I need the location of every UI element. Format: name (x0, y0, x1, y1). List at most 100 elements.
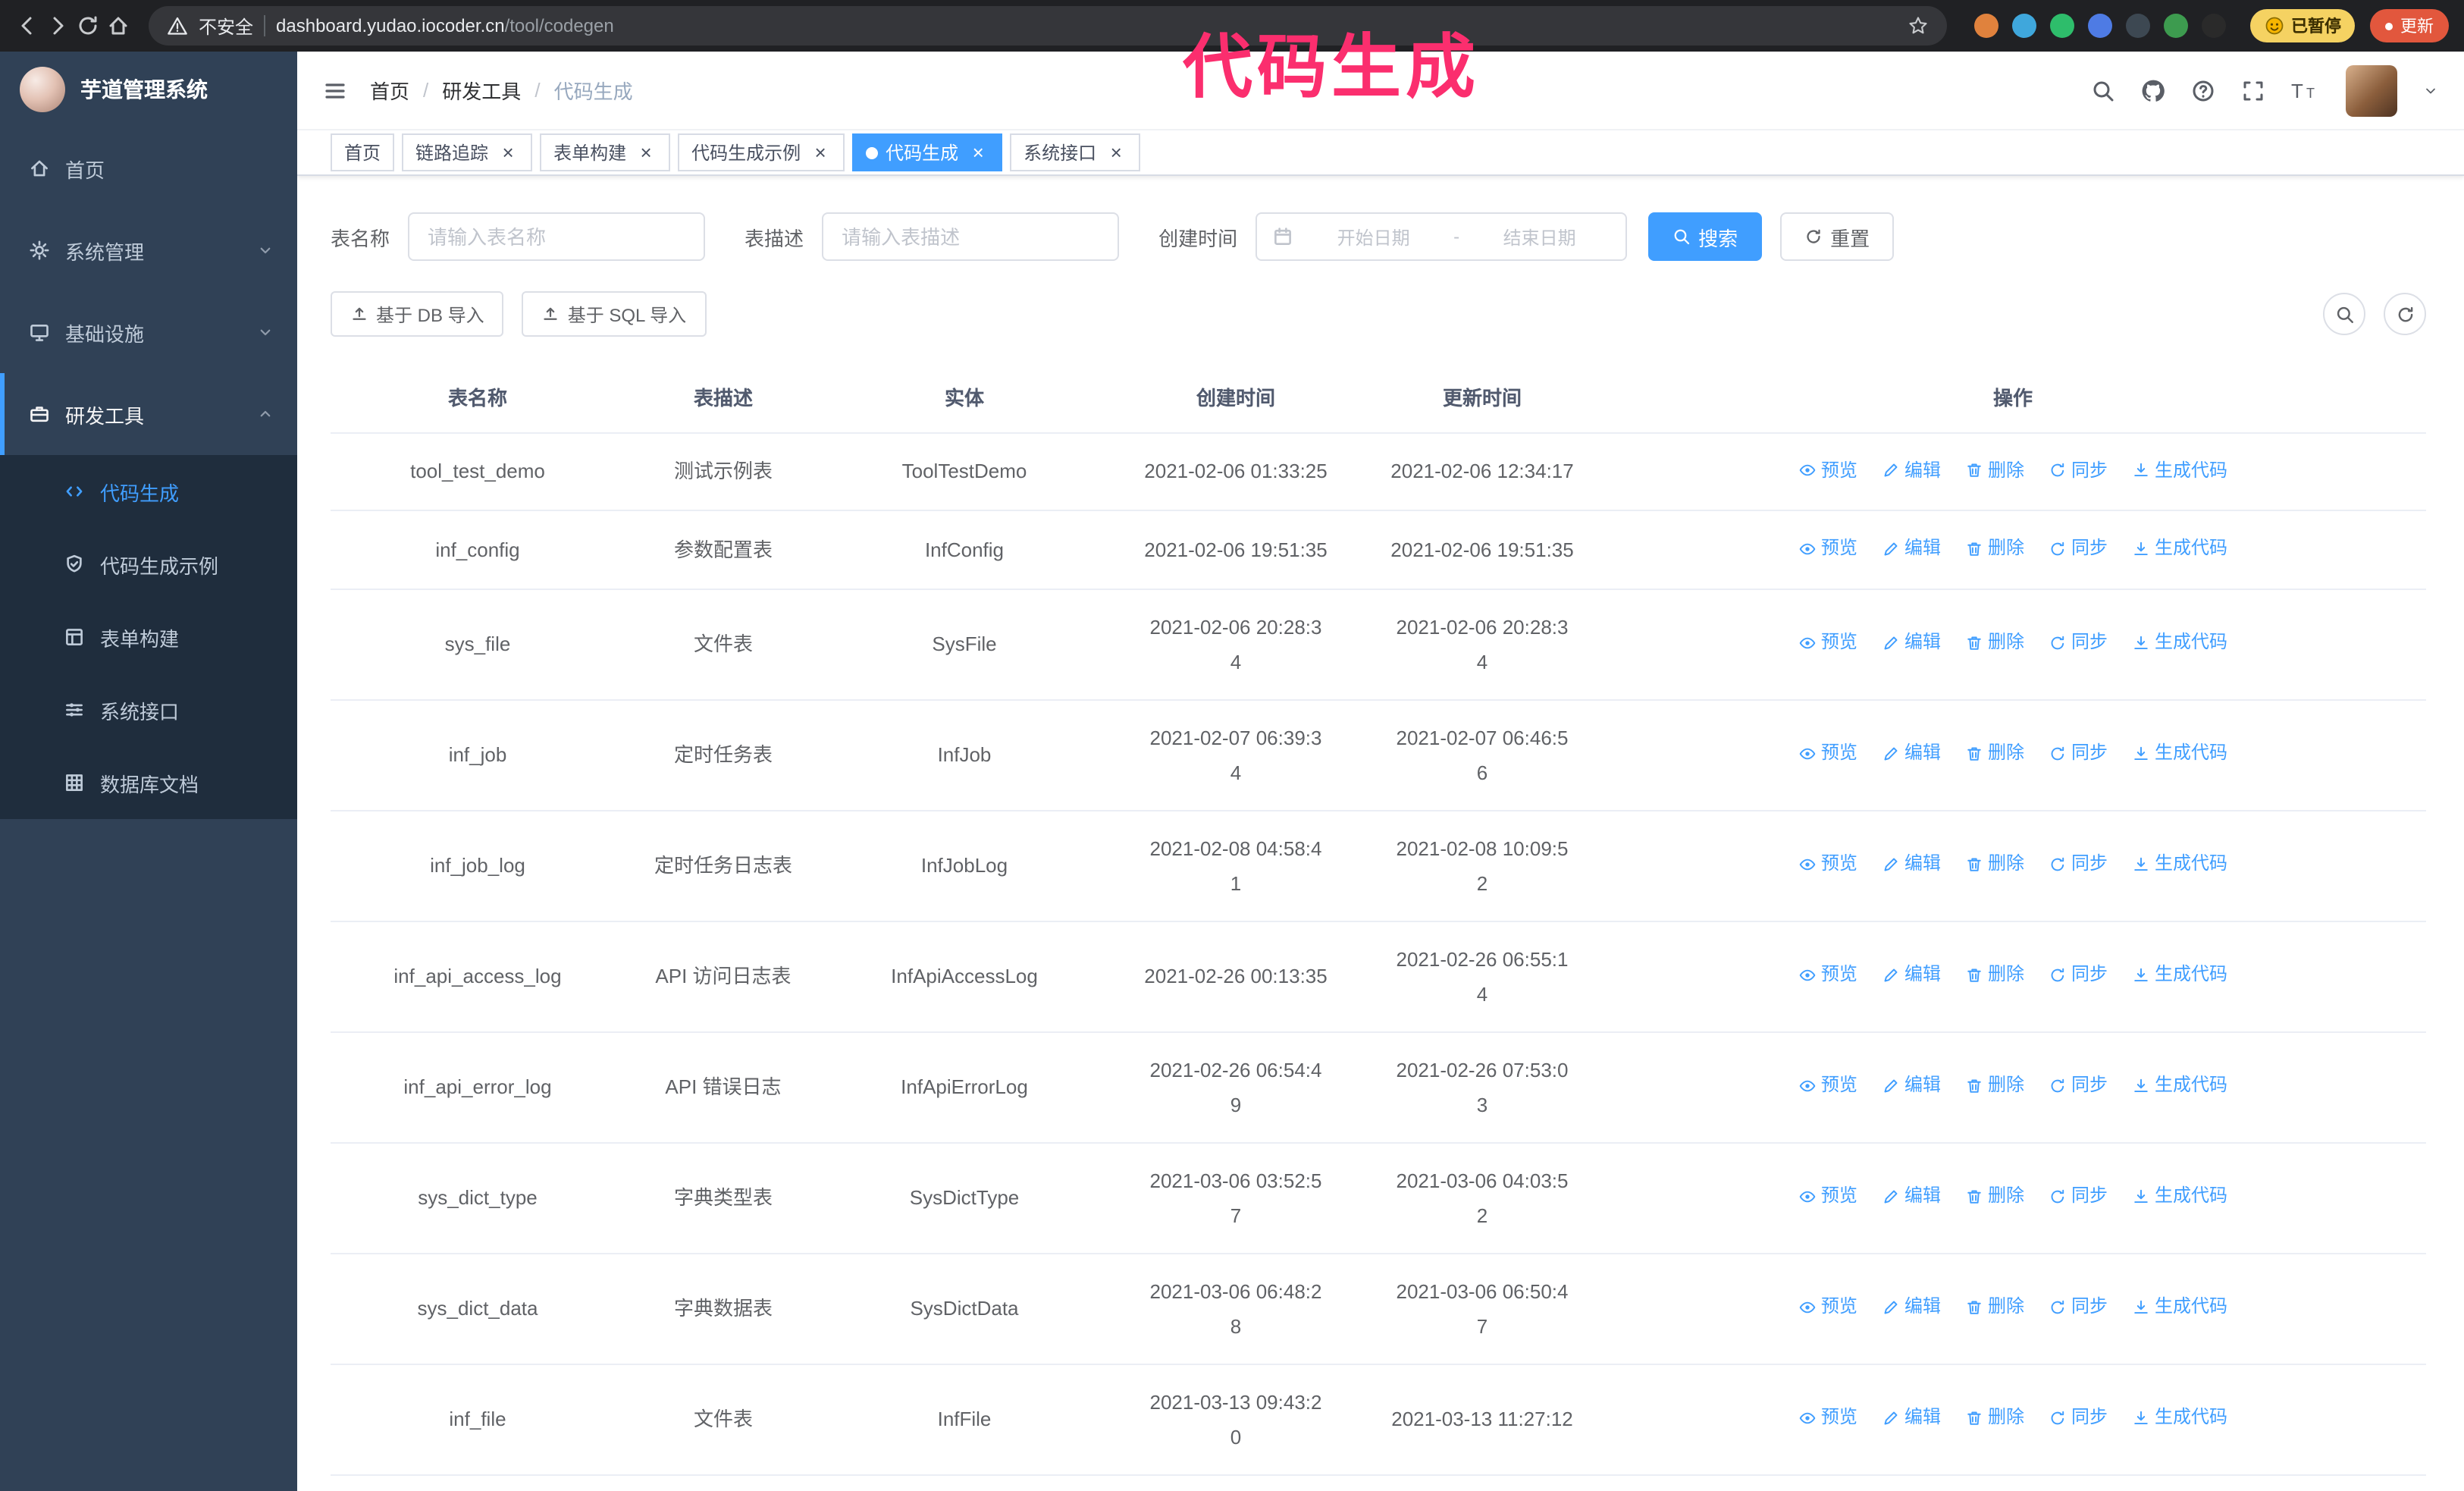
op-generate-link[interactable]: 生成代码 (2132, 1401, 2227, 1436)
reset-button[interactable]: 重置 (1780, 212, 1895, 261)
sidebar-item-system[interactable]: 系统管理 (0, 209, 297, 291)
close-icon[interactable]: × (1105, 142, 1127, 163)
op-delete-link[interactable]: 删除 (1965, 1290, 2024, 1325)
op-delete-link[interactable]: 删除 (1965, 1179, 2024, 1214)
op-edit-link[interactable]: 编辑 (1882, 1179, 1941, 1214)
paused-badge[interactable]: 已暂停 (2250, 9, 2355, 42)
op-generate-link[interactable]: 生成代码 (2132, 1179, 2227, 1214)
op-edit-link[interactable]: 编辑 (1882, 958, 1941, 993)
close-icon[interactable]: × (635, 142, 657, 163)
op-generate-link[interactable]: 生成代码 (2132, 1290, 2227, 1325)
table-row[interactable]: sys_dict_data 字典数据表 SysDictData 2021-03-… (331, 1253, 2426, 1364)
toggle-search-button[interactable] (2323, 293, 2365, 335)
extension-orange-icon[interactable] (1974, 14, 1998, 38)
op-generate-link[interactable]: 生成代码 (2132, 958, 2227, 993)
table-row[interactable]: sys_dict_type 字典类型表 SysDictType 2021-03-… (331, 1142, 2426, 1254)
table-row[interactable]: inf_job_log 定时任务日志表 InfJobLog 2021-02-08… (331, 810, 2426, 921)
op-edit-link[interactable]: 编辑 (1882, 736, 1941, 771)
logo[interactable]: 芋道管理系统 (0, 52, 297, 127)
table-row[interactable]: sys_file 文件表 SysFile 2021-02-06 20:28:3 … (331, 589, 2426, 700)
op-generate-link[interactable]: 生成代码 (2132, 847, 2227, 882)
op-delete-link[interactable]: 删除 (1965, 531, 2024, 566)
op-edit-link[interactable]: 编辑 (1882, 626, 1941, 661)
browser-reload-icon[interactable] (76, 14, 100, 38)
op-eye-link[interactable]: 预览 (1798, 626, 1857, 661)
op-sync-link[interactable]: 同步 (2049, 453, 2108, 488)
sidebar-item-form-builder[interactable]: 表单构建 (0, 601, 297, 673)
search-icon[interactable] (2091, 78, 2115, 102)
table-desc-input[interactable] (822, 212, 1120, 261)
sidebar-item-home[interactable]: 首页 (0, 127, 297, 209)
table-name-input[interactable] (408, 212, 706, 261)
import-db-button[interactable]: 基于 DB 导入 (331, 291, 504, 337)
extension-blue-drop-icon[interactable] (2012, 14, 2036, 38)
table-row[interactable]: tool_test_demo 测试示例表 ToolTestDemo 2021-0… (331, 432, 2426, 511)
github-icon[interactable] (2141, 78, 2165, 102)
op-eye-link[interactable]: 预览 (1798, 1069, 1857, 1103)
tab-form-builder[interactable]: 表单构建 × (540, 133, 671, 171)
extension-grid-icon[interactable] (2088, 14, 2112, 38)
op-eye-link[interactable]: 预览 (1798, 736, 1857, 771)
close-icon[interactable]: × (497, 142, 519, 163)
avatar[interactable] (2346, 64, 2397, 116)
op-delete-link[interactable]: 删除 (1965, 847, 2024, 882)
avatar-caret-icon[interactable] (2423, 83, 2438, 98)
op-eye-link[interactable]: 预览 (1798, 1401, 1857, 1436)
op-generate-link[interactable]: 生成代码 (2132, 1069, 2227, 1103)
op-eye-link[interactable]: 预览 (1798, 453, 1857, 488)
op-generate-link[interactable]: 生成代码 (2132, 626, 2227, 661)
tab-home[interactable]: 首页 (331, 133, 395, 171)
op-edit-link[interactable]: 编辑 (1882, 531, 1941, 566)
op-eye-link[interactable]: 预览 (1798, 958, 1857, 993)
op-delete-link[interactable]: 删除 (1965, 1069, 2024, 1103)
op-sync-link[interactable]: 同步 (2049, 958, 2108, 993)
op-edit-link[interactable]: 编辑 (1882, 847, 1941, 882)
extension-green-check-icon[interactable] (2050, 14, 2074, 38)
browser-home-icon[interactable] (106, 14, 130, 38)
sidebar-item-devtools[interactable]: 研发工具 (0, 373, 297, 455)
op-edit-link[interactable]: 编辑 (1882, 1069, 1941, 1103)
sidebar-item-db-docs[interactable]: 数据库文档 (0, 746, 297, 819)
tab-codegen-example[interactable]: 代码生成示例 × (678, 133, 845, 171)
op-delete-link[interactable]: 删除 (1965, 736, 2024, 771)
sidebar-item-system-api[interactable]: 系统接口 (0, 673, 297, 746)
help-icon[interactable] (2191, 78, 2215, 102)
refresh-table-button[interactable] (2384, 293, 2426, 335)
browser-back-icon[interactable] (15, 14, 39, 38)
op-eye-link[interactable]: 预览 (1798, 1179, 1857, 1214)
op-delete-link[interactable]: 删除 (1965, 1401, 2024, 1436)
table-row[interactable]: inf_config 参数配置表 InfConfig 2021-02-06 19… (331, 510, 2426, 589)
import-sql-button[interactable]: 基于 SQL 导入 (522, 291, 707, 337)
table-row[interactable]: inf_job 定时任务表 InfJob 2021-02-07 06:39:3 … (331, 699, 2426, 811)
op-edit-link[interactable]: 编辑 (1882, 1290, 1941, 1325)
op-sync-link[interactable]: 同步 (2049, 847, 2108, 882)
op-delete-link[interactable]: 删除 (1965, 453, 2024, 488)
browser-forward-icon[interactable] (45, 14, 70, 38)
op-delete-link[interactable]: 删除 (1965, 958, 2024, 993)
sidebar-item-infra[interactable]: 基础设施 (0, 291, 297, 373)
op-eye-link[interactable]: 预览 (1798, 531, 1857, 566)
tab-codegen[interactable]: 代码生成 × (852, 133, 1003, 171)
bookmark-star-icon[interactable] (1908, 15, 1929, 36)
table-row[interactable]: inf_api_error_log API 错误日志 InfApiErrorLo… (331, 1031, 2426, 1143)
op-sync-link[interactable]: 同步 (2049, 1179, 2108, 1214)
op-sync-link[interactable]: 同步 (2049, 1069, 2108, 1103)
op-sync-link[interactable]: 同步 (2049, 626, 2108, 661)
date-range-picker[interactable]: 开始日期 - 结束日期 (1256, 212, 1628, 261)
extension-black-icon[interactable] (2202, 14, 2226, 38)
breadcrumb-home[interactable]: 首页 (370, 76, 409, 105)
sidebar-item-codegen[interactable]: 代码生成 (0, 455, 297, 528)
sidebar-item-codegen-example[interactable]: 代码生成示例 (0, 528, 297, 601)
hamburger-icon[interactable] (323, 78, 347, 102)
search-button[interactable]: 搜索 (1648, 212, 1763, 261)
op-sync-link[interactable]: 同步 (2049, 1401, 2108, 1436)
fullscreen-icon[interactable] (2241, 78, 2265, 102)
close-icon[interactable]: × (810, 142, 831, 163)
op-sync-link[interactable]: 同步 (2049, 531, 2108, 566)
op-edit-link[interactable]: 编辑 (1882, 453, 1941, 488)
update-button[interactable]: 更新 (2370, 9, 2449, 42)
op-eye-link[interactable]: 预览 (1798, 847, 1857, 882)
tab-tracing[interactable]: 链路追踪 × (402, 133, 533, 171)
extension-leaf-icon[interactable] (2164, 14, 2188, 38)
op-sync-link[interactable]: 同步 (2049, 1290, 2108, 1325)
